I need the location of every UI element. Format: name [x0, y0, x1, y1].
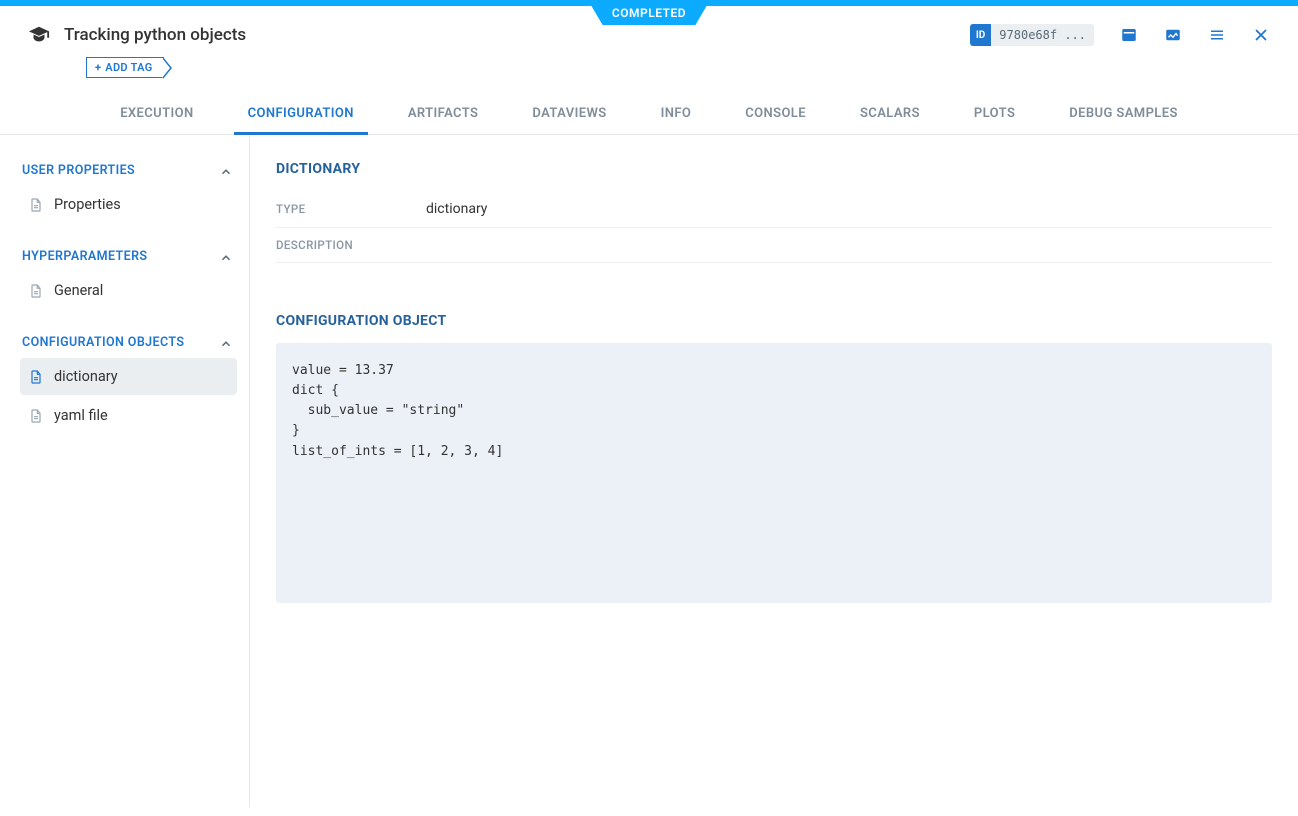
graduation-cap-icon: [28, 24, 50, 46]
chevron-up-icon: [219, 336, 233, 350]
close-icon[interactable]: [1252, 26, 1270, 44]
kv-row-type: TYPE dictionary: [276, 191, 1272, 228]
chevron-up-icon: [219, 250, 233, 264]
config-object-code[interactable]: value = 13.37 dict { sub_value = "string…: [276, 343, 1272, 603]
id-badge-label: ID: [970, 24, 991, 46]
panel-heading-config-object: CONFIGURATION OBJECT: [276, 313, 1272, 329]
sidebar-item-label: dictionary: [54, 368, 118, 385]
sidebar-section-config-objects[interactable]: CONFIGURATION OBJECTS: [20, 329, 237, 356]
kv-key-description: DESCRIPTION: [276, 238, 426, 252]
kv-val-type: dictionary: [426, 201, 487, 217]
tab-console[interactable]: CONSOLE: [741, 96, 810, 134]
tab-configuration[interactable]: CONFIGURATION: [244, 96, 358, 134]
sidebar-section-user-properties[interactable]: USER PROPERTIES: [20, 157, 237, 184]
menu-icon[interactable]: [1208, 26, 1226, 44]
panel-heading-dictionary: DICTIONARY: [276, 161, 1272, 177]
add-tag-button[interactable]: + ADD TAG: [86, 57, 164, 78]
file-icon: [28, 369, 44, 385]
tab-debug-samples[interactable]: DEBUG SAMPLES: [1065, 96, 1182, 134]
list-view-icon[interactable]: [1120, 26, 1138, 44]
sidebar-section-hyperparameters[interactable]: HYPERPARAMETERS: [20, 243, 237, 270]
id-chip[interactable]: ID 9780e68f ...: [970, 24, 1094, 46]
sidebar-item-properties[interactable]: Properties: [20, 186, 237, 223]
sidebar-item-yaml-file[interactable]: yaml file: [20, 397, 237, 434]
tab-execution[interactable]: EXECUTION: [116, 96, 197, 134]
tab-dataviews[interactable]: DATAVIEWS: [528, 96, 610, 134]
file-icon: [28, 283, 44, 299]
page-title: Tracking python objects: [64, 25, 246, 45]
sidebar: USER PROPERTIES Properties HYPERPARAMETE…: [0, 135, 250, 807]
chevron-up-icon: [219, 164, 233, 178]
tab-scalars[interactable]: SCALARS: [856, 96, 924, 134]
file-icon: [28, 197, 44, 213]
tab-artifacts[interactable]: ARTIFACTS: [404, 96, 483, 134]
sidebar-item-general[interactable]: General: [20, 272, 237, 309]
sidebar-section-title: USER PROPERTIES: [22, 163, 135, 178]
sidebar-item-label: yaml file: [54, 407, 108, 424]
id-badge-value: 9780e68f ...: [991, 28, 1094, 42]
sidebar-item-label: General: [54, 282, 103, 299]
sidebar-section-title: CONFIGURATION OBJECTS: [22, 335, 184, 350]
content: DICTIONARY TYPE dictionary DESCRIPTION C…: [250, 135, 1298, 807]
image-view-icon[interactable]: [1164, 26, 1182, 44]
body: USER PROPERTIES Properties HYPERPARAMETE…: [0, 135, 1298, 807]
plus-icon: +: [95, 61, 101, 74]
tab-plots[interactable]: PLOTS: [970, 96, 1019, 134]
header-actions: ID 9780e68f ...: [970, 24, 1270, 46]
title-block: Tracking python objects: [28, 24, 246, 46]
tab-info[interactable]: INFO: [657, 96, 696, 134]
sidebar-item-label: Properties: [54, 196, 121, 213]
add-tag-label: ADD TAG: [105, 61, 152, 74]
sidebar-item-dictionary[interactable]: dictionary: [20, 358, 237, 395]
kv-row-description: DESCRIPTION: [276, 228, 1272, 263]
file-icon: [28, 408, 44, 424]
kv-key-type: TYPE: [276, 202, 426, 216]
add-tag-row: + ADD TAG: [86, 56, 164, 78]
header: Tracking python objects + ADD TAG ID 978…: [0, 6, 1298, 46]
sidebar-section-title: HYPERPARAMETERS: [22, 249, 147, 264]
tabs: EXECUTION CONFIGURATION ARTIFACTS DATAVI…: [0, 96, 1298, 135]
